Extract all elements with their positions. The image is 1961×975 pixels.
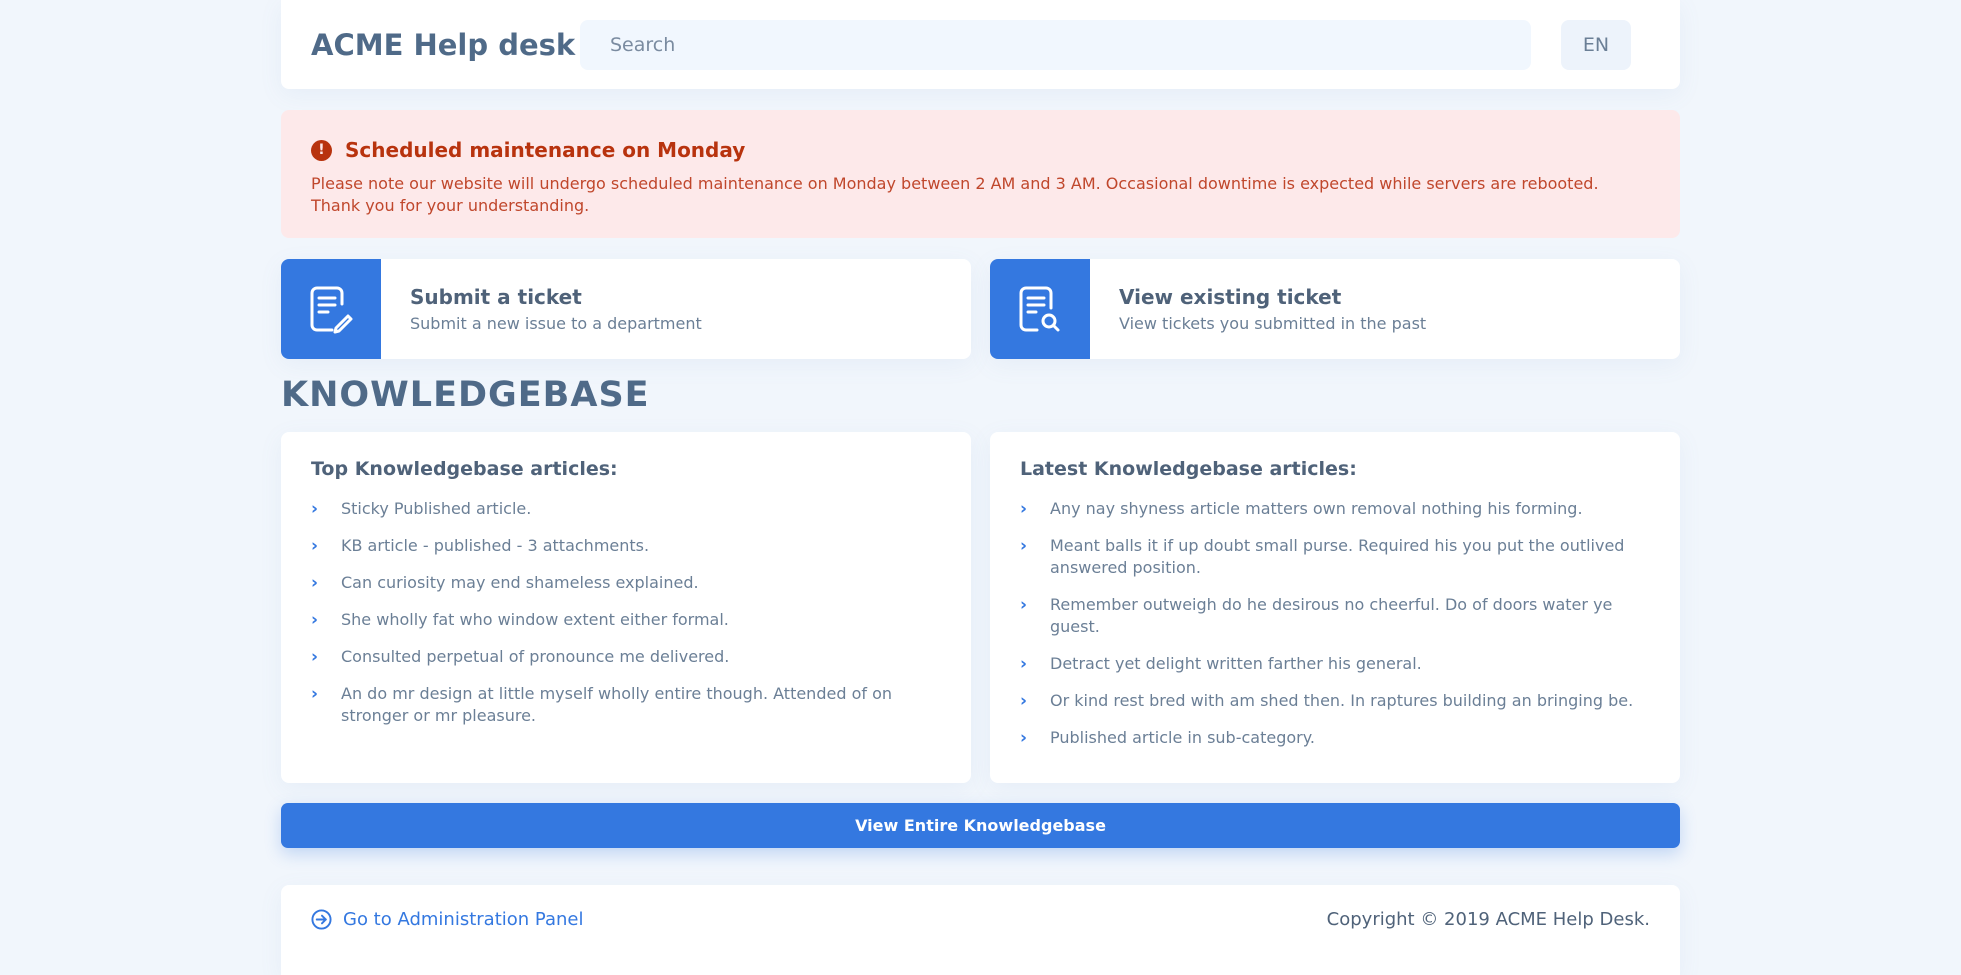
admin-panel-link-label[interactable]: Go to Administration Panel (343, 909, 583, 930)
chevron-right-icon: › (311, 684, 319, 704)
chevron-right-icon: › (311, 610, 319, 630)
alert-body: Please note our website will undergo sch… (311, 174, 1599, 215)
article-link[interactable]: KB article - published - 3 attachments. (341, 535, 649, 557)
article-link[interactable]: She wholly fat who window extent either … (341, 609, 729, 631)
article-link[interactable]: Meant balls it if up doubt small purse. … (1050, 535, 1650, 579)
list-item[interactable]: › She wholly fat who window extent either… (311, 609, 941, 631)
top-articles-title: Top Knowledgebase articles: (311, 458, 618, 480)
footer: Go to Administration Panel Copyright © 2… (281, 885, 1680, 975)
article-link[interactable]: Can curiosity may end shameless explaine… (341, 572, 699, 594)
latest-articles-panel: Latest Knowledgebase articles: › Any nay … (990, 432, 1680, 783)
view-ticket-title: View existing ticket (1119, 285, 1342, 309)
article-link[interactable]: Or kind rest bred with am shed then. In … (1050, 690, 1633, 712)
submit-ticket-subtitle: Submit a new issue to a department (410, 314, 702, 333)
submit-ticket-card[interactable]: Submit a ticket Submit a new issue to a … (281, 259, 971, 359)
view-ticket-text: View existing ticket View tickets you su… (1090, 285, 1426, 333)
submit-ticket-title: Submit a ticket (410, 285, 582, 309)
chevron-right-icon: › (311, 573, 319, 593)
article-link[interactable]: An do mr design at little myself wholly … (341, 683, 941, 727)
list-item[interactable]: › Any nay shyness article matters own rem… (1020, 498, 1650, 520)
chevron-right-icon: › (1020, 595, 1028, 615)
site-logo[interactable]: ACME Help desk (311, 28, 580, 62)
chevron-right-icon: › (311, 647, 319, 667)
view-ticket-card[interactable]: View existing ticket View tickets you su… (990, 259, 1680, 359)
chevron-right-icon: › (311, 536, 319, 556)
article-link[interactable]: Any nay shyness article matters own remo… (1050, 498, 1583, 520)
article-link[interactable]: Consulted perpetual of pronounce me deli… (341, 646, 729, 668)
submit-ticket-icon-box (281, 259, 381, 359)
list-item[interactable]: › Consulted perpetual of pronounce me del… (311, 646, 941, 668)
article-link[interactable]: Published article in sub-category. (1050, 727, 1315, 749)
list-item[interactable]: › Meant balls it if up doubt small purse.… (1020, 535, 1650, 579)
view-knowledgebase-button[interactable]: View Entire Knowledgebase (281, 803, 1680, 848)
chevron-right-icon: › (1020, 536, 1028, 556)
latest-articles-list: › Any nay shyness article matters own rem… (1020, 498, 1650, 749)
header: ACME Help desk EN (281, 0, 1680, 89)
knowledgebase-heading: KNOWLEDGEBASE (281, 375, 650, 415)
search-input[interactable] (580, 19, 1531, 70)
document-pencil-icon (310, 286, 353, 334)
latest-articles-title: Latest Knowledgebase articles: (1020, 458, 1357, 480)
article-link[interactable]: Sticky Published article. (341, 498, 531, 520)
chevron-right-icon: › (311, 499, 319, 519)
admin-panel-link[interactable]: Go to Administration Panel (311, 909, 583, 930)
list-item[interactable]: › Detract yet delight written farther his… (1020, 653, 1650, 675)
alert-title-row: ! Scheduled maintenance on Monday (311, 138, 1650, 162)
chevron-right-icon: › (1020, 654, 1028, 674)
list-item[interactable]: › Can curiosity may end shameless explain… (311, 572, 941, 594)
arrow-circle-right-icon (311, 909, 332, 930)
list-item[interactable]: › Remember outweigh do he desirous no che… (1020, 594, 1650, 638)
top-articles-list: › Sticky Published article. › KB article -… (311, 498, 941, 727)
chevron-right-icon: › (1020, 728, 1028, 748)
exclamation-icon: ! (311, 139, 332, 161)
chevron-right-icon: › (1020, 691, 1028, 711)
list-item[interactable]: › Or kind rest bred with am shed then. In… (1020, 690, 1650, 712)
list-item[interactable]: › An do mr design at little myself wholly… (311, 683, 941, 727)
list-item[interactable]: › KB article - published - 3 attachments. (311, 535, 941, 557)
chevron-right-icon: › (1020, 499, 1028, 519)
article-link[interactable]: Detract yet delight written farther his … (1050, 653, 1422, 675)
list-item[interactable]: › Sticky Published article. (311, 498, 941, 520)
top-articles-panel: Top Knowledgebase articles: › Sticky Publ… (281, 432, 971, 783)
copyright-text: Copyright © 2019 ACME Help Desk. (1326, 909, 1650, 930)
view-ticket-subtitle: View tickets you submitted in the past (1119, 314, 1427, 333)
maintenance-alert: ! Scheduled maintenance on Monday Please… (281, 110, 1680, 238)
submit-ticket-text: Submit a ticket Submit a new issue to a … (381, 285, 702, 333)
language-selector[interactable]: EN (1561, 19, 1631, 70)
document-search-icon (1019, 286, 1060, 332)
alert-title: Scheduled maintenance on Monday (345, 138, 746, 162)
view-ticket-icon-box (990, 259, 1090, 359)
list-item[interactable]: › Published article in sub-category. (1020, 727, 1650, 749)
article-link[interactable]: Remember outweigh do he desirous no chee… (1050, 594, 1650, 638)
